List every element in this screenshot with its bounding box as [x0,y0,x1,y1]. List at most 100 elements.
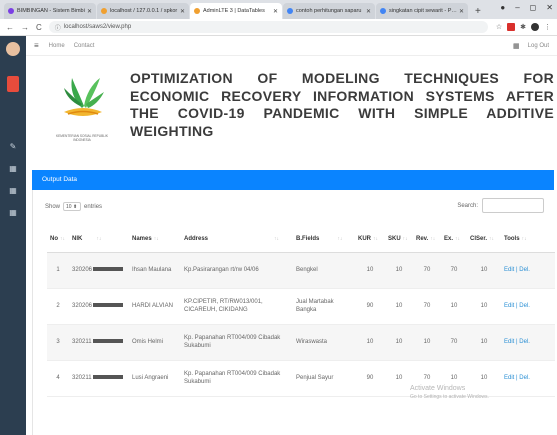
edit-delete-link[interactable]: Edit | Del. [501,288,555,325]
account-icon[interactable] [531,23,539,31]
column-header-bfields[interactable]: B.Fields ↑↓ [293,226,355,253]
column-header-clser[interactable]: ClSer. ↑↓ [467,226,501,253]
cell-sku: 10 [385,288,413,325]
cell-name: Ihsan Maulana [129,252,181,289]
entries-label: entries [84,203,103,210]
cell-ex: 70 [441,324,467,361]
tab-label: contoh perhitungan saparu [296,8,362,14]
star-icon[interactable]: ☆ [496,23,502,31]
browser-tab-phpmyadmin[interactable]: localhost / 127.0.0.1 / spkor ✕ [97,3,189,19]
table-row: 1 320206 Ihsan Maulana Kp.Pasirarangan r… [47,252,555,289]
table-icon[interactable]: ▦ [8,208,18,217]
cell-no: 1 [47,252,69,289]
cell-sku: 10 [385,324,413,361]
windows-activation-watermark: Activate Windows Go to Settings to activ… [410,385,489,400]
cell-kur: 10 [355,324,385,361]
search-input[interactable] [482,198,544,213]
column-header-nik[interactable]: NIK ↑↓ [69,226,129,253]
cell-clser: 10 [467,324,501,361]
logout-link[interactable]: Log Out [528,43,549,49]
column-header-sku[interactable]: SKU ↑↓ [385,226,413,253]
nav-home-link[interactable]: Home [49,43,65,49]
cell-rev: 70 [413,252,441,289]
column-header-names[interactable]: Names ↑↓ [129,226,181,253]
info-icon[interactable]: ⓘ [55,23,61,32]
cell-clser: 10 [467,252,501,289]
edit-delete-link[interactable]: Edit | Del. [501,324,555,361]
show-label: Show [45,203,61,210]
cell-nik: 320206 [69,252,129,289]
cell-field: Bengkel [293,252,355,289]
puzzle-icon[interactable]: ✱ [520,23,526,31]
column-header-address[interactable]: Address ↑↓ [181,226,293,253]
redacted-mask [92,339,123,344]
column-header-rev[interactable]: Rev. ↑↓ [413,226,441,253]
redacted-mask [93,267,124,272]
close-icon[interactable]: ✕ [459,8,464,15]
cell-field: Wiraswasta [293,324,355,361]
browser-tab-contoh[interactable]: contoh perhitungan saparu ✕ [283,3,375,19]
tab-favicon-icon [8,8,14,14]
close-window-icon[interactable]: ✕ [546,3,553,12]
tab-favicon-icon [380,8,386,14]
search-control: Search: [457,198,544,213]
cell-ex: 70 [441,252,467,289]
cell-nik: 320206 [69,288,129,325]
column-header-tools[interactable]: Tools ↑↓ [501,226,555,253]
browser-tab-bimbingan[interactable]: BIMBINGAN - Sistem Bimbi ✕ [4,3,96,19]
close-icon[interactable]: ✕ [180,8,185,15]
hamburger-menu-icon[interactable]: ≡ [34,41,39,50]
url-field[interactable]: ⓘ localhost/saws2/view.php [48,21,488,33]
edit-delete-link[interactable]: Edit | Del. [501,252,555,289]
new-tab-button[interactable]: + [469,6,487,19]
tab-label: AdminLTE 3 | DataTables [203,8,265,14]
minimize-icon[interactable]: – [515,3,519,12]
browser-tab-singkatan[interactable]: singkatan cipit sewarit - Pen ✕ [376,3,468,19]
table-icon[interactable]: ▦ [8,186,18,195]
extension-icon[interactable] [507,23,516,31]
maximize-icon[interactable]: ◻ [530,3,537,12]
reload-icon[interactable]: C [36,23,42,32]
menu-dots-icon[interactable]: ⋮ [544,23,551,31]
column-header-no[interactable]: No ↑↓ [47,226,69,253]
page-header: KEMENTERIAN SOSIAL REPUBLIK INDONESIA OP… [26,56,557,168]
cell-no: 4 [47,360,69,397]
edit-delete-link[interactable]: Edit | Del. [501,360,555,397]
table-icon[interactable]: ▦ [8,164,18,173]
tab-label: BIMBINGAN - Sistem Bimbi [17,8,85,14]
show-entries-control: Show 10 ⬍ entries [45,202,102,211]
entries-select[interactable]: 10 ⬍ [63,202,82,211]
cell-name: Omis Helmi [129,324,181,361]
cell-kur: 90 [355,288,385,325]
panel-header: Output Data [32,170,554,190]
tab-favicon-icon [101,8,107,14]
close-icon[interactable]: ✕ [273,8,278,15]
table-row: 2 320206 HARDI ALVIAN KP.CIPETIR, RT/RW0… [47,288,555,325]
ministry-logo-icon [64,78,104,116]
output-data-table: No ↑↓ NIK ↑↓ Names ↑↓ Address ↑↓ B.Fields ↑↓ … [47,226,555,397]
redacted-mask [93,303,124,308]
table-header-row: No ↑↓ NIK ↑↓ Names ↑↓ Address ↑↓ B.Fields ↑↓ … [47,226,555,253]
edit-icon[interactable]: ✎ [8,142,18,151]
cell-address: Kp. Papanahan RT004/009 Cibadak Sukabumi [181,324,293,361]
cell-sku: 10 [385,252,413,289]
url-text: localhost/saws2/view.php [63,24,132,30]
column-header-ex[interactable]: Ex. ↑↓ [441,226,467,253]
profile-icon[interactable]: ● [500,3,505,12]
cell-rev: 10 [413,324,441,361]
brand-logo-icon[interactable] [7,76,19,92]
forward-icon[interactable]: → [21,23,29,32]
cell-address: KP.CIPETIR, RT/RW013/001, CICAREUH, CIKI… [181,288,293,325]
close-icon[interactable]: ✕ [366,8,371,15]
avatar[interactable] [6,42,20,56]
column-header-kur[interactable]: KUR ↑↓ [355,226,385,253]
browser-tab-datatables[interactable]: AdminLTE 3 | DataTables ✕ [190,3,282,19]
page-title: OPTIMIZATION OF MODELING TECHNIQUES FOR … [130,70,554,139]
close-icon[interactable]: ✕ [87,8,92,15]
back-icon[interactable]: ← [6,23,14,32]
tab-favicon-icon [194,8,200,14]
nav-contact-link[interactable]: Contact [74,43,95,49]
window-controls: ● – ◻ ✕ [500,3,553,12]
grid-icon[interactable]: ▦ [513,42,520,50]
cell-name: HARDI ALVIAN [129,288,181,325]
